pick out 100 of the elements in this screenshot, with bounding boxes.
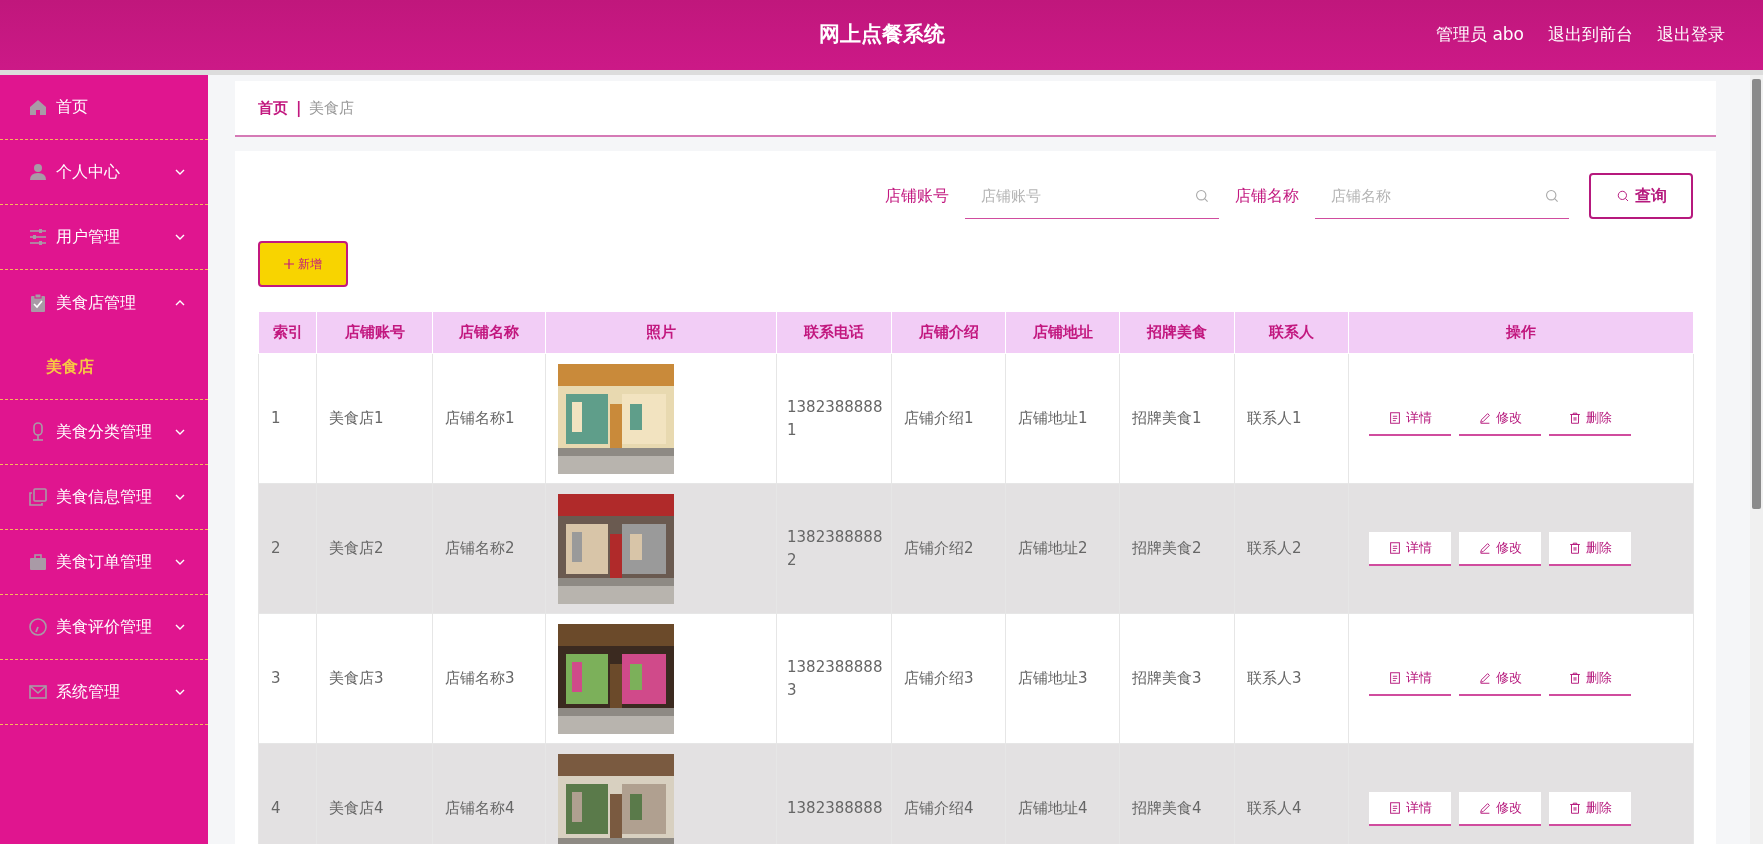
search-field[interactable]: 店铺名称 (1315, 173, 1569, 219)
action-button[interactable]: 详情 (1369, 401, 1451, 436)
sliders-icon (28, 227, 48, 247)
table-cell: 店铺地址1 (1005, 353, 1120, 484)
document-icon (1388, 410, 1402, 425)
table-cell: 招牌美食1 (1119, 353, 1235, 484)
document-icon (1388, 540, 1402, 555)
column-header: 店铺名称 (432, 311, 546, 354)
app-title: 网上点餐系统 (818, 21, 945, 49)
sidebar-item[interactable]: 美食分类管理 (0, 400, 208, 465)
pencil-icon (1478, 410, 1492, 425)
add-button[interactable]: 新增 (258, 241, 348, 287)
table-cell: 店铺地址4 (1005, 743, 1120, 844)
pencil-icon (1478, 670, 1492, 685)
table-cell: 3 (258, 613, 317, 744)
scrollbar[interactable] (1750, 75, 1763, 844)
column-header: 照片 (545, 311, 777, 354)
action-button[interactable]: 详情 (1369, 661, 1451, 696)
table-cell: 店铺介绍3 (891, 613, 1006, 744)
plus-icon (284, 259, 294, 269)
document-icon (1388, 670, 1402, 685)
action-button[interactable]: 删除 (1549, 531, 1631, 566)
sidebar-item[interactable]: 首页 (0, 75, 208, 140)
table-cell: 4 (258, 743, 317, 844)
table-cell: 店铺名称1 (432, 353, 546, 484)
action-button[interactable]: 删除 (1549, 401, 1631, 436)
briefcase-icon (28, 552, 48, 572)
table-cell: 店铺介绍1 (891, 353, 1006, 484)
action-button[interactable]: 详情 (1369, 791, 1451, 826)
table-cell: 店铺名称2 (432, 483, 546, 614)
table-cell: 店铺介绍2 (891, 483, 1006, 614)
search-label: 店铺账号 (885, 185, 949, 207)
table-cell: 招牌美食3 (1119, 613, 1235, 744)
header-link[interactable]: 退出到前台 (1548, 22, 1633, 48)
header-link[interactable]: 管理员 abo (1436, 22, 1524, 48)
action-button[interactable]: 修改 (1459, 531, 1541, 566)
table-cell: 店铺名称4 (432, 743, 546, 844)
table-cell: 13823888883 (776, 613, 892, 744)
search-button[interactable]: 查询 (1589, 173, 1693, 219)
table-cell: 联系人2 (1234, 483, 1349, 614)
table-cell: 2 (258, 483, 317, 614)
sidebar-item[interactable]: 美食评价管理 (0, 595, 208, 660)
table-cell: 联系人1 (1234, 353, 1349, 484)
table-cell: 招牌美食4 (1119, 743, 1235, 844)
table-cell: 美食店1 (316, 353, 433, 484)
table-cell: 1 (258, 353, 317, 484)
column-header: 索引 (258, 311, 317, 354)
sidebar-item[interactable]: 美食信息管理 (0, 465, 208, 530)
breadcrumb-link[interactable]: 首页 (258, 96, 288, 120)
envelope-icon (28, 682, 48, 702)
clipboard-icon (28, 292, 48, 313)
table-cell: 13823888881 (776, 353, 892, 484)
document-icon (1388, 800, 1402, 815)
column-header: 操作 (1348, 311, 1694, 354)
column-header: 联系人 (1234, 311, 1349, 354)
copy-icon (28, 487, 48, 507)
table-cell: 店铺地址2 (1005, 483, 1120, 614)
table-cell: 美食店3 (316, 613, 433, 744)
table-cell: 店铺介绍4 (891, 743, 1006, 844)
trash-icon (1568, 670, 1582, 685)
column-header: 招牌美食 (1119, 311, 1235, 354)
column-header: 联系电话 (776, 311, 892, 354)
search-icon (1615, 188, 1631, 204)
trash-icon (1568, 540, 1582, 555)
table-cell: 店铺名称3 (432, 613, 546, 744)
column-header: 店铺地址 (1005, 311, 1120, 354)
pencil-icon (1478, 540, 1492, 555)
gauge-icon (28, 617, 48, 637)
table-cell: 13823888882 (776, 483, 892, 614)
user-icon (28, 162, 48, 182)
sidebar-item[interactable]: 个人中心 (0, 140, 208, 205)
sidebar-item[interactable]: 系统管理 (0, 660, 208, 725)
sidebar-subitem[interactable]: 美食店 (0, 335, 208, 400)
trash-icon (1568, 410, 1582, 425)
action-button[interactable]: 删除 (1549, 661, 1631, 696)
breadcrumb-current: 美食店 (309, 97, 355, 119)
pencil-icon (1478, 800, 1492, 815)
table-cell: 联系人3 (1234, 613, 1349, 744)
table-cell: 1382388888 (776, 743, 892, 844)
action-button[interactable]: 修改 (1459, 401, 1541, 436)
action-button[interactable]: 修改 (1459, 791, 1541, 826)
column-header: 店铺介绍 (891, 311, 1006, 354)
action-button[interactable]: 删除 (1549, 791, 1631, 826)
header-link[interactable]: 退出登录 (1657, 22, 1725, 48)
sidebar-item[interactable]: 用户管理 (0, 205, 208, 270)
table-cell: 店铺地址3 (1005, 613, 1120, 744)
column-header: 店铺账号 (316, 311, 433, 354)
sidebar-item[interactable]: 美食订单管理 (0, 530, 208, 595)
search-icon (1544, 188, 1561, 205)
table-cell: 联系人4 (1234, 743, 1349, 844)
sidebar-item[interactable]: 美食店管理 (0, 270, 208, 335)
search-icon (1194, 188, 1211, 205)
action-button[interactable]: 修改 (1459, 661, 1541, 696)
breadcrumb-separator: | (296, 97, 302, 119)
table-cell: 美食店4 (316, 743, 433, 844)
action-button[interactable]: 详情 (1369, 531, 1451, 566)
home-icon (28, 97, 48, 117)
trash-icon (1568, 800, 1582, 815)
search-field[interactable]: 店铺账号 (965, 173, 1219, 219)
table-cell: 美食店2 (316, 483, 433, 614)
